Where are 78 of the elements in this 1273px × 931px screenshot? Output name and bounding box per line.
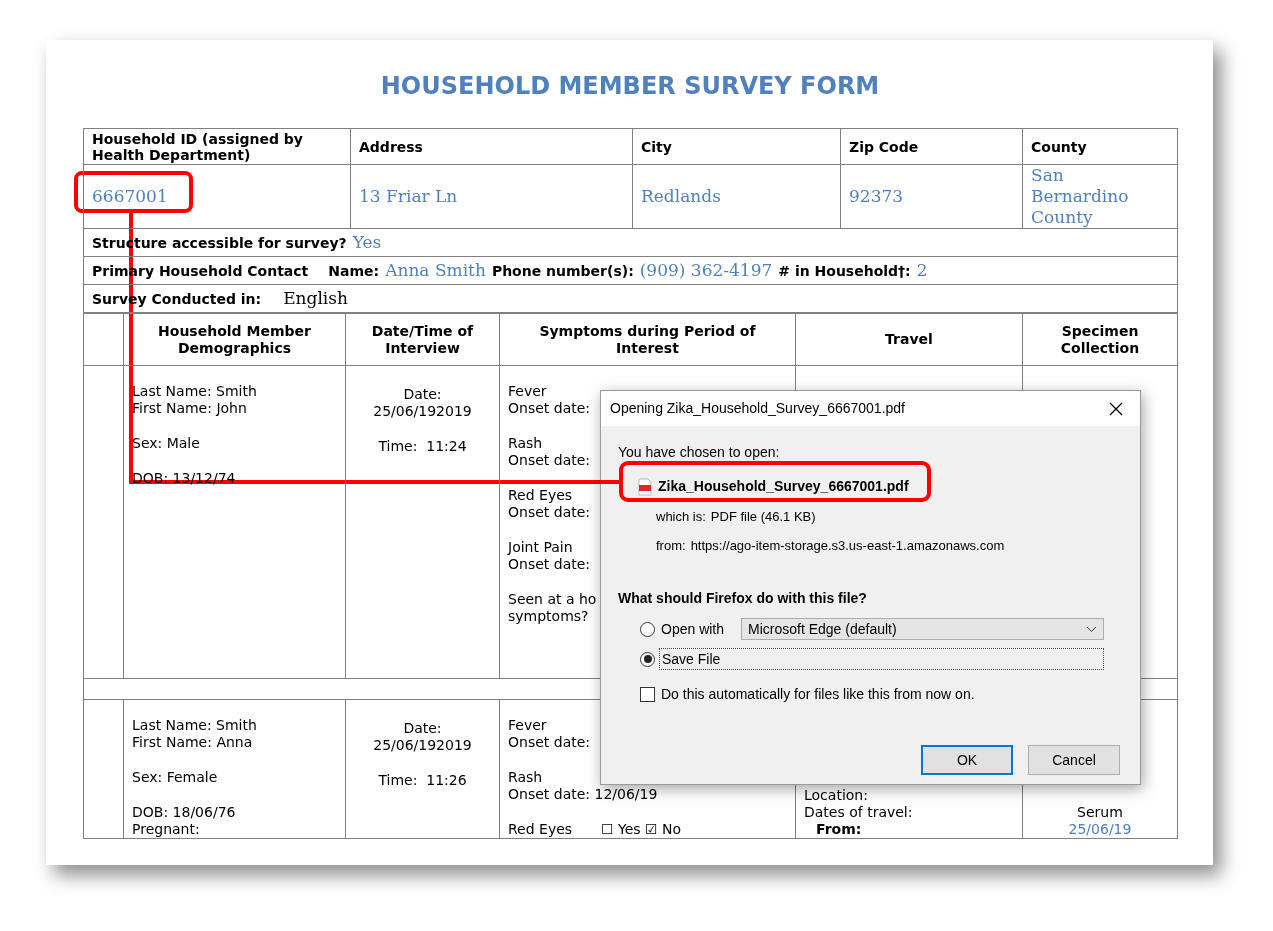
field-value: 2 — [916, 258, 928, 282]
column-header: Travel — [884, 331, 934, 348]
intro-text: You have chosen to open: — [618, 443, 781, 462]
demographic-text: Sex: Male — [132, 435, 200, 452]
yes-no-answer: ☐ Yes ☑ No — [601, 821, 682, 838]
onset-date-text: Onset date: 12/06/19 — [508, 786, 658, 803]
column-header: Household ID (assigned by Health Department) — [92, 130, 304, 163]
field-label: from: — [656, 536, 686, 555]
radio-label[interactable]: Save File — [659, 648, 1104, 670]
demographic-text: Last Name: Smith — [132, 383, 257, 400]
file-name: Zika_Household_Survey_6667001.pdf — [658, 477, 909, 496]
demographic-text: DOB: 18/06/76 — [132, 804, 236, 821]
table-cell-text: Redlands — [641, 186, 722, 207]
column-header: Household Member Demographics — [157, 322, 312, 357]
pdf-file-icon — [638, 477, 652, 496]
table-cell-text: 92373 — [849, 186, 905, 207]
column-header: Symptoms during Period of Interest — [538, 322, 757, 357]
field-label: # in Household†: — [778, 261, 911, 281]
radio-label[interactable]: Open with — [659, 618, 737, 640]
travel-text: From: — [815, 821, 862, 838]
demographic-text: First Name: John — [132, 400, 247, 417]
symptom-label: Fever — [508, 383, 547, 400]
demographic-text: Sex: Female — [132, 769, 218, 786]
field-value: Anna Smith — [385, 258, 486, 282]
interview-text: 25/06/192019 — [373, 403, 472, 420]
radio-button[interactable] — [640, 621, 655, 637]
field-value: Yes — [352, 230, 382, 254]
interview-text: Time: 11:24 — [378, 438, 467, 455]
onset-date-text: Onset date: — [508, 452, 591, 469]
field-label: Name: — [328, 261, 380, 281]
field-label: which is: — [656, 508, 706, 526]
column-header: County — [1031, 138, 1088, 155]
symptom-label: Fever — [508, 717, 547, 734]
file-type: PDF file (46.1 KB) — [710, 508, 816, 526]
column-header: Zip Code — [849, 138, 920, 155]
travel-text: Location: — [804, 787, 868, 804]
interview-text: Time: 11:26 — [378, 772, 467, 789]
column-header: Address — [359, 138, 424, 155]
demographic-text: Pregnant: — [132, 821, 200, 838]
symptom-label: Red Eyes — [508, 821, 574, 838]
table-cell-text: San Bernardino County — [1031, 165, 1130, 228]
specimen-text: Serum — [1077, 804, 1123, 821]
specimen-text: 25/06/19 — [1068, 821, 1132, 838]
demographic-text: Last Name: Smith — [132, 717, 257, 734]
onset-date-text: Onset date: — [508, 400, 591, 417]
symptom-label: Joint Pain — [508, 539, 573, 556]
travel-text: Dates of travel: — [804, 804, 913, 821]
field-value: (909) 362-4197 — [639, 258, 773, 282]
interview-text: Date: — [403, 386, 442, 403]
symptom-label: Red Eyes — [508, 487, 573, 504]
onset-date-text: Onset date: — [508, 504, 591, 521]
column-header: Specimen Collection — [1059, 322, 1141, 357]
radio-button[interactable] — [640, 651, 655, 667]
onset-date-text: symptoms? — [508, 608, 589, 625]
form-title: HOUSEHOLD MEMBER SURVEY FORM — [380, 71, 880, 101]
field-value: English — [283, 286, 348, 310]
dialog-button[interactable]: OK — [921, 745, 1013, 775]
source-url: https://ago-item-storage.s3.us-east-1.amazonaws.com — [690, 536, 1005, 555]
onset-date-text: Onset date: — [508, 556, 591, 573]
checkbox[interactable] — [640, 687, 655, 702]
symptom-label: Rash — [508, 435, 543, 452]
chevron-down-icon — [1086, 625, 1097, 633]
question-text: What should Firefox do with this file? — [618, 589, 868, 608]
table-cell-text: 6667001 — [92, 186, 169, 207]
field-label: Phone number(s): — [491, 261, 634, 281]
column-header: City — [641, 138, 673, 155]
interview-text: 25/06/192019 — [373, 737, 472, 754]
dialog-title: Opening Zika_Household_Survey_6667001.pdf — [610, 399, 905, 418]
table-cell-text: 13 Friar Ln — [359, 186, 459, 207]
symptom-label: Seen at a ho — [508, 591, 597, 608]
dialog-button[interactable]: Cancel — [1028, 745, 1120, 775]
checkbox-label[interactable]: Do this automatically for files like this from now on. — [661, 684, 975, 705]
demographic-text: First Name: Anna — [132, 734, 253, 751]
column-header: Date/Time of Interview — [370, 322, 475, 357]
app-dropdown[interactable]: Microsoft Edge (default) — [741, 618, 1104, 640]
interview-text: Date: — [403, 720, 442, 737]
onset-date-text: Onset date: — [508, 734, 591, 751]
symptom-label: Rash — [508, 769, 543, 786]
